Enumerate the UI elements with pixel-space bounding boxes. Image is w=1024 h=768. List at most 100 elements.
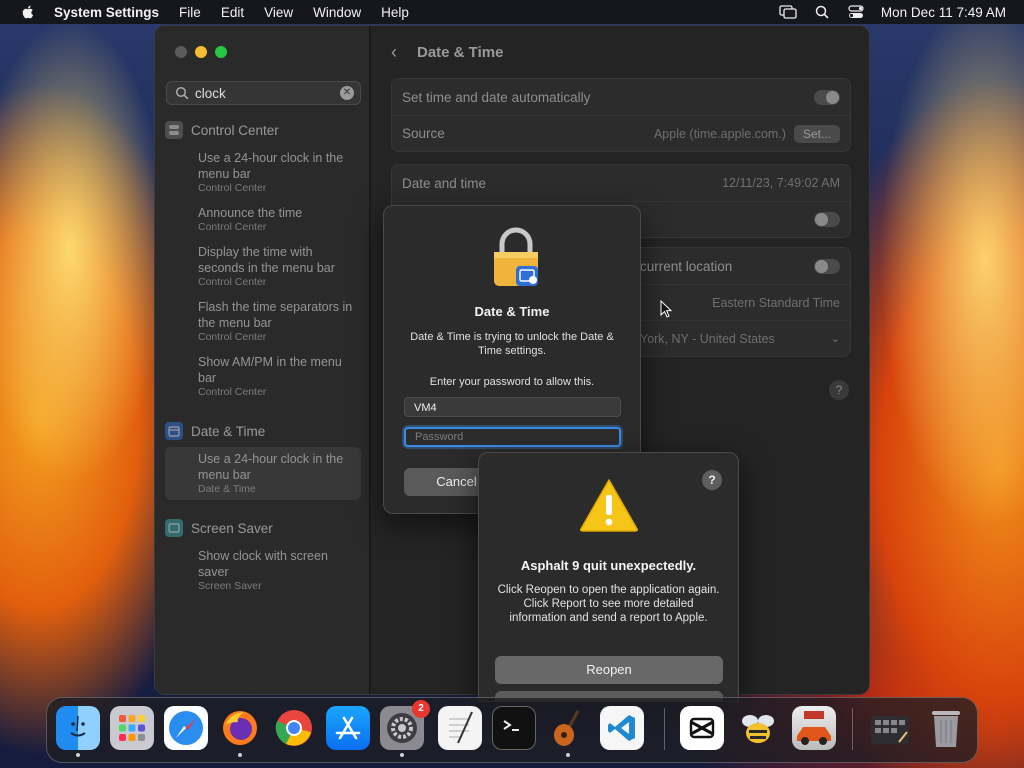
dock-terminal[interactable] <box>492 706 536 750</box>
dock-app-store[interactable] <box>326 706 370 750</box>
close-button[interactable] <box>175 46 187 58</box>
folder-stack-icon <box>871 716 909 744</box>
category-label: Screen Saver <box>191 520 273 536</box>
category-label: Control Center <box>191 122 279 138</box>
dock-vscode[interactable] <box>600 706 644 750</box>
dock-chrome[interactable] <box>272 706 316 750</box>
crash-title: Asphalt 9 quit unexpectedly. <box>520 558 697 573</box>
crash-dialog: ? Asphalt 9 quit unexpectedly. Click Reo… <box>478 452 739 702</box>
dock-launchpad[interactable] <box>110 706 154 750</box>
date-time-value: 12/11/23, 7:49:02 AM <box>722 176 840 190</box>
textedit-icon <box>449 711 473 744</box>
chevron-down-icon[interactable]: ⌄ <box>831 332 840 345</box>
launchpad-icon <box>119 715 145 741</box>
warning-icon <box>580 479 638 532</box>
dock-asphalt[interactable] <box>792 706 836 750</box>
dock-cider[interactable] <box>736 706 780 750</box>
date-time-icon <box>165 422 183 440</box>
location-label: current location <box>640 258 733 274</box>
category-label: Date & Time <box>191 423 266 439</box>
search-icon <box>175 86 189 100</box>
result-subtitle: Date & Time <box>198 483 256 495</box>
vscode-icon <box>608 715 635 741</box>
app-store-icon <box>335 716 361 740</box>
set-auto-label: Set time and date automatically <box>402 89 591 105</box>
result-subtitle: Control Center <box>198 331 267 343</box>
result-item-selected[interactable]: Use a 24-hour clock in the menu bar Date… <box>165 447 361 500</box>
clear-search-icon[interactable]: ✕ <box>340 86 354 100</box>
set-auto-toggle[interactable] <box>814 89 840 105</box>
dock-capcut[interactable] <box>680 706 724 750</box>
reopen-button[interactable]: Reopen <box>495 656 723 684</box>
dock-trash[interactable] <box>924 706 968 750</box>
auth-title: Date & Time <box>474 304 550 319</box>
terminal-icon <box>503 720 519 731</box>
source-label: Source <box>402 126 445 141</box>
date-time-row: Date and time 12/11/23, 7:49:02 AM <box>392 165 850 201</box>
dock-downloads-stack[interactable] <box>868 706 912 750</box>
result-title: Show AM/PM in the menu bar <box>198 355 342 385</box>
control-center-icon[interactable] <box>847 5 865 19</box>
race-car-icon <box>797 711 831 745</box>
help-icon[interactable]: ? <box>702 470 722 490</box>
window-controls <box>175 46 227 58</box>
minimize-button[interactable] <box>195 46 207 58</box>
menu-window[interactable]: Window <box>313 5 361 20</box>
content-header: ‹ Date & Time <box>391 42 503 63</box>
control-center-icon <box>165 121 183 139</box>
dock-garageband[interactable] <box>546 706 590 757</box>
clock-format-toggle[interactable] <box>814 212 840 227</box>
result-item[interactable]: Display the time with seconds in the men… <box>165 240 361 293</box>
source-value: Apple (time.apple.com.) <box>653 126 786 141</box>
time-zone-value: Eastern Standard Time <box>712 295 840 310</box>
dock: 2 <box>46 697 978 763</box>
set-auto-row: Set time and date automatically <box>392 79 850 115</box>
result-item[interactable]: Show clock with screen saver Screen Save… <box>165 544 361 597</box>
set-source-button[interactable]: Set... <box>793 124 840 143</box>
dock-textedit[interactable] <box>438 706 482 750</box>
guitar-icon <box>554 710 580 746</box>
result-title: Show clock with screen saver <box>198 549 328 579</box>
chrome-icon <box>275 710 312 746</box>
result-item[interactable]: Flash the time separators in the menu ba… <box>165 295 361 348</box>
result-title: Announce the time <box>198 206 303 220</box>
dock-finder[interactable] <box>56 706 100 757</box>
menu-help[interactable]: Help <box>381 5 409 20</box>
mouse-pointer-icon <box>660 300 672 318</box>
apple-icon[interactable] <box>18 4 38 20</box>
category-control-center[interactable]: Control Center <box>165 118 361 142</box>
help-icon[interactable]: ? <box>829 380 849 400</box>
zoom-button[interactable] <box>215 46 227 58</box>
menu-view[interactable]: View <box>264 5 293 20</box>
auth-message: Date & Time is trying to unlock the Date… <box>410 331 614 357</box>
screen-saver-icon <box>165 519 183 537</box>
result-title: Display the time with seconds in the men… <box>198 245 335 275</box>
search-input[interactable]: clock <box>195 86 226 101</box>
dock-firefox[interactable] <box>218 706 262 757</box>
notification-badge: 2 <box>412 700 430 718</box>
search-results: Control Center Use a 24-hour clock in th… <box>165 118 361 599</box>
result-title: Use a 24-hour clock in the menu bar <box>198 151 344 181</box>
result-item[interactable]: Announce the time Control Center <box>165 201 361 238</box>
menu-file[interactable]: File <box>179 5 201 20</box>
menu-app-name[interactable]: System Settings <box>54 5 159 20</box>
sidebar-search[interactable]: clock ✕ <box>166 81 361 105</box>
password-field[interactable]: Password <box>404 427 621 447</box>
dock-system-settings[interactable]: 2 <box>380 700 430 757</box>
result-item[interactable]: Use a 24-hour clock in the menu bar Cont… <box>165 146 361 199</box>
spotlight-search-icon[interactable] <box>813 5 831 19</box>
screen-mirroring-icon[interactable] <box>779 5 797 19</box>
sidebar: clock ✕ Control Center Use a 24-hour clo… <box>155 26 370 694</box>
category-date-time[interactable]: Date & Time <box>165 419 361 443</box>
menu-clock[interactable]: Mon Dec 11 7:49 AM <box>881 5 1006 20</box>
auto-time-card: Set time and date automatically Source A… <box>391 78 851 152</box>
location-toggle[interactable] <box>814 258 840 274</box>
capcut-icon <box>689 717 715 739</box>
dock-safari[interactable] <box>164 706 208 750</box>
bee-icon <box>742 715 774 743</box>
category-screen-saver[interactable]: Screen Saver <box>165 516 361 540</box>
username-field[interactable]: VM4 <box>404 397 621 417</box>
back-chevron-icon[interactable]: ‹ <box>391 42 397 63</box>
result-item[interactable]: Show AM/PM in the menu bar Control Cente… <box>165 350 361 403</box>
menu-edit[interactable]: Edit <box>221 5 244 20</box>
